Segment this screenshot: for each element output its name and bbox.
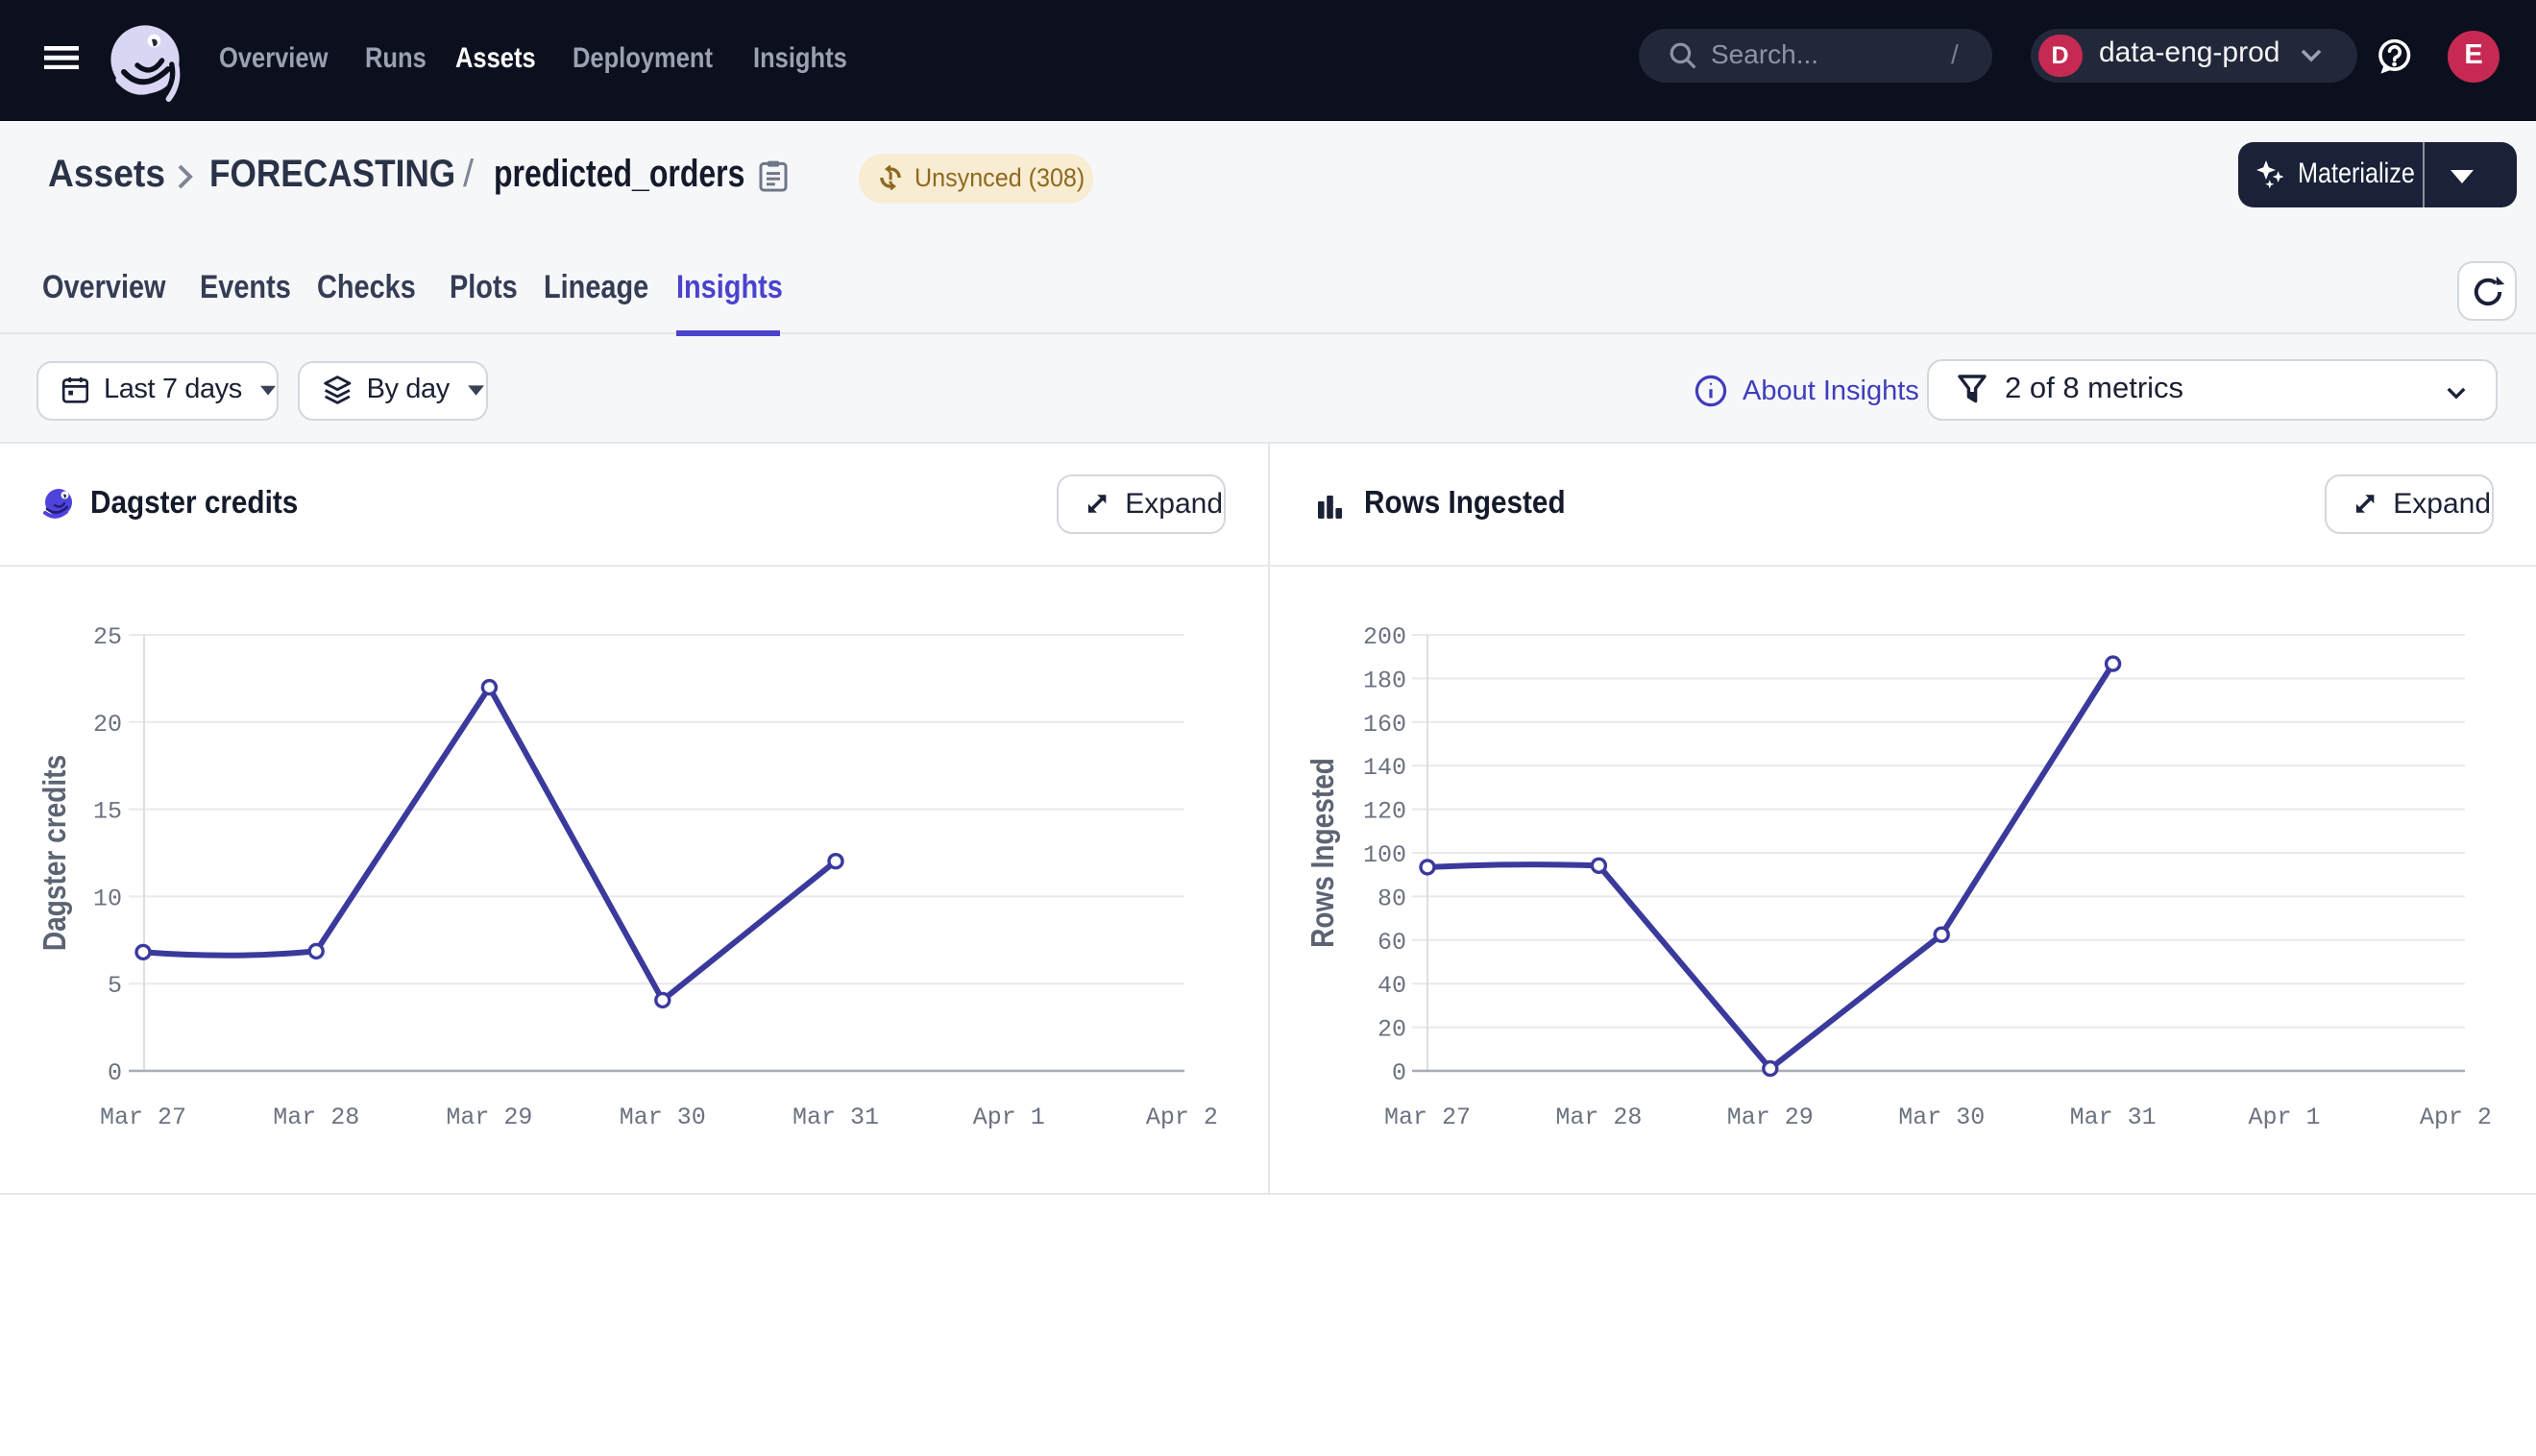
svg-text:Rows Ingested: Rows Ingested xyxy=(1305,758,1341,948)
svg-text:Mar 30: Mar 30 xyxy=(620,1104,706,1131)
svg-text:Mar 29: Mar 29 xyxy=(446,1104,532,1131)
svg-text:Apr 2: Apr 2 xyxy=(2420,1104,2492,1131)
svg-text:Mar 31: Mar 31 xyxy=(792,1104,879,1131)
svg-text:120: 120 xyxy=(1363,798,1406,826)
svg-text:Mar 31: Mar 31 xyxy=(2070,1104,2157,1131)
svg-text:Mar 27: Mar 27 xyxy=(1384,1104,1471,1131)
svg-text:60: 60 xyxy=(1378,929,1406,957)
svg-text:Apr 2: Apr 2 xyxy=(1146,1104,1218,1131)
svg-text:80: 80 xyxy=(1378,885,1406,912)
svg-text:40: 40 xyxy=(1378,972,1406,1000)
svg-text:160: 160 xyxy=(1363,711,1406,739)
svg-text:140: 140 xyxy=(1363,754,1406,782)
svg-text:20: 20 xyxy=(1378,1016,1406,1044)
svg-text:180: 180 xyxy=(1363,667,1406,694)
svg-text:Mar 29: Mar 29 xyxy=(1727,1104,1814,1131)
svg-text:Mar 30: Mar 30 xyxy=(1898,1104,1985,1131)
svg-text:0: 0 xyxy=(108,1059,122,1087)
svg-text:0: 0 xyxy=(1392,1059,1406,1087)
svg-text:Mar 27: Mar 27 xyxy=(100,1104,186,1131)
svg-text:20: 20 xyxy=(93,711,122,739)
svg-text:25: 25 xyxy=(93,623,122,651)
svg-text:200: 200 xyxy=(1363,623,1406,651)
svg-text:Dagster credits: Dagster credits xyxy=(37,755,73,951)
svg-text:10: 10 xyxy=(93,885,122,912)
svg-text:Mar 28: Mar 28 xyxy=(273,1104,359,1131)
svg-text:5: 5 xyxy=(108,972,122,1000)
svg-text:Mar 28: Mar 28 xyxy=(1555,1104,1642,1131)
svg-text:Apr 1: Apr 1 xyxy=(2248,1104,2320,1131)
svg-text:15: 15 xyxy=(93,798,122,826)
svg-text:100: 100 xyxy=(1363,841,1406,869)
svg-text:Apr 1: Apr 1 xyxy=(973,1104,1045,1131)
